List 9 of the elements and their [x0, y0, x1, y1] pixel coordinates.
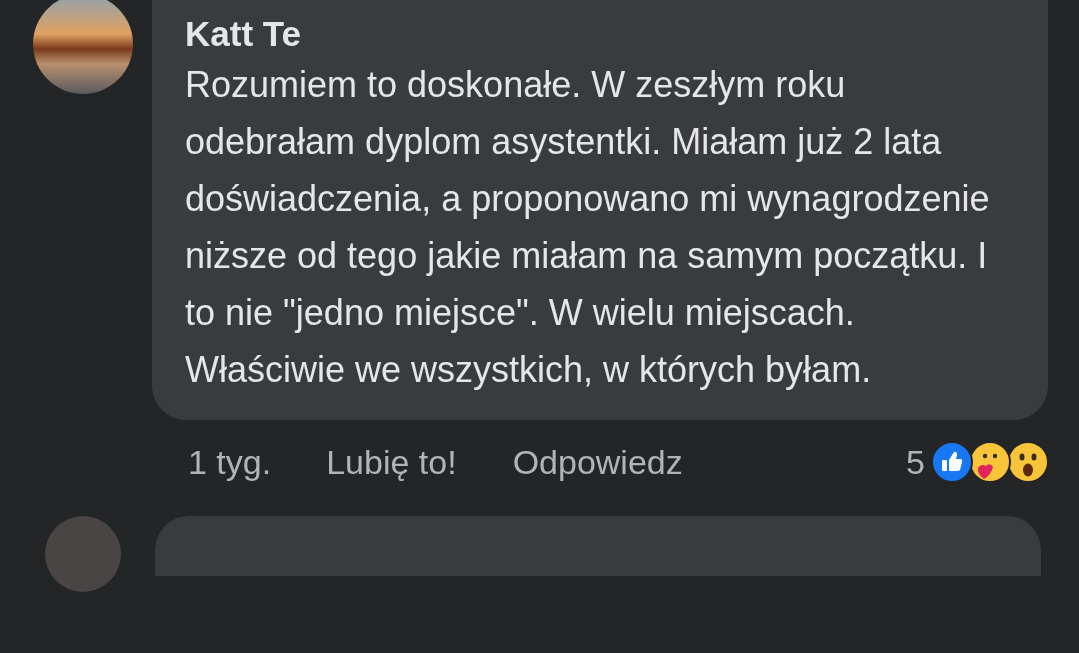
care-reaction-icon[interactable]: [969, 441, 1011, 483]
timestamp: 1 tyg.: [188, 441, 272, 483]
author-name[interactable]: Katt Te: [185, 12, 1015, 56]
wow-reaction-icon[interactable]: [1007, 441, 1049, 483]
reply-link[interactable]: Odpowiedz: [512, 436, 683, 488]
reaction-count: 5: [906, 441, 925, 483]
like-reaction-icon[interactable]: [931, 441, 973, 483]
comment-text: Rozumiem to doskonałe. W zeszłym roku odebrałam dyplom asystentki. Miałam już 2 lata doświadczenia, a proponowano mi wynagrodzenie niższe od tego jakie miałam na samym początku. I to nie "jedno miejsce". W wielu miejscach. Właściwie we wszystkich, w których byłam.: [185, 63, 991, 392]
like-link[interactable]: Lubię to!: [326, 436, 457, 488]
